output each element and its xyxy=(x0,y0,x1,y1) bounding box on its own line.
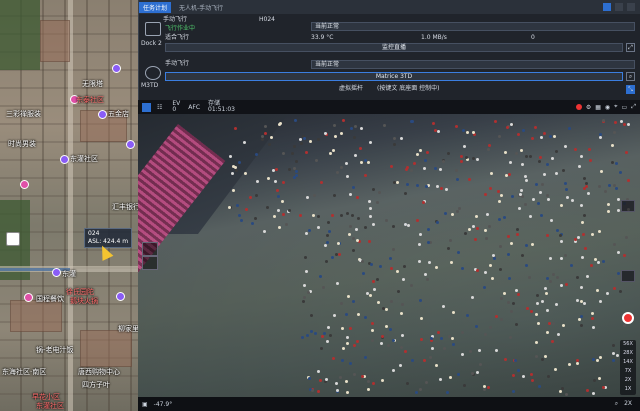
map-label: 五金店 xyxy=(108,110,129,118)
map-label: 唐西购物中心 xyxy=(78,368,120,376)
dock-mode-value: 适合飞行 xyxy=(165,34,190,41)
map-label: 汇丰银行 xyxy=(112,203,138,211)
map-poi-icon[interactable] xyxy=(112,64,121,73)
video-side-button[interactable] xyxy=(142,256,158,270)
zoom-level-bar[interactable]: 56X 28X 14X 7X 2X 1X xyxy=(620,340,636,395)
video-toolbar-right: ⚙ ▦ ◉ ⌖ ▭ ⤢ xyxy=(575,103,636,111)
dock-network-speed: 1.0 MB/s xyxy=(421,34,447,41)
dock-name: Dock 2 xyxy=(141,40,162,47)
zoom-level[interactable]: 56X xyxy=(620,340,636,349)
video-side-button[interactable] xyxy=(142,242,158,256)
ev-control[interactable]: EV 0 xyxy=(172,101,180,113)
grid-icon[interactable]: ▦ xyxy=(595,104,601,111)
map-camera-icon[interactable] xyxy=(6,232,20,246)
map-poi-icon[interactable] xyxy=(52,268,61,277)
video-status-bar: ▣ -47.9° ⌕ 2X xyxy=(138,397,640,411)
panel-topbar-label: 无人机-手动飞行 xyxy=(179,4,224,12)
zoom-level[interactable]: 7X xyxy=(620,367,636,376)
expand-icon[interactable]: ⤢ xyxy=(626,43,635,52)
photo-mode-icon[interactable] xyxy=(621,270,635,282)
map-greenery xyxy=(0,0,40,70)
live-video-feed[interactable] xyxy=(138,114,640,397)
drone-name: 024 xyxy=(88,230,100,237)
map-poi-icon[interactable] xyxy=(126,140,135,149)
virtual-joystick-hint: (按键文 底座面 控制中) xyxy=(377,85,440,92)
layout-icon[interactable]: ▭ xyxy=(622,104,628,111)
collapse-icon[interactable] xyxy=(621,200,635,212)
map-poi-icon[interactable] xyxy=(60,155,69,164)
map-building xyxy=(10,300,62,332)
map-label: 鹅块火锅 xyxy=(70,297,98,305)
map-label: 东灌 xyxy=(62,270,76,278)
drone-icon xyxy=(145,66,161,80)
dock-icon xyxy=(145,22,161,36)
map-view[interactable]: 无限塔 东泰社区 三彩禅服装 五金店 时尚男装 东灌社区 汇丰银行 东灌 国程餐… xyxy=(0,0,138,411)
camera-icon[interactable]: ◉ xyxy=(605,104,610,111)
panel-topbar: 任务计划 无人机-手动飞行 xyxy=(139,0,640,14)
map-building xyxy=(40,20,70,62)
map-label: 国程餐饮 xyxy=(36,295,64,303)
video-toolbar: ☷ EV 0 AFC 存储 01:51:03 ⚙ ▦ ◉ ⌖ ▭ ⤢ xyxy=(138,100,640,114)
window-controls xyxy=(603,3,635,11)
map-building xyxy=(80,330,132,367)
map-poi-icon[interactable] xyxy=(116,292,125,301)
video-bottom-right: ⌕ 2X xyxy=(615,400,632,408)
map-label: 时尚男装 xyxy=(8,140,36,148)
target-icon[interactable]: ⌖ xyxy=(614,103,617,111)
dock-status-bar: 当前正常 xyxy=(311,22,635,31)
zoom-level[interactable]: 1X xyxy=(620,385,636,394)
search-icon[interactable]: ⌕ xyxy=(626,72,635,81)
gimbal-pitch: -47.9° xyxy=(153,400,173,408)
afc-button[interactable]: AFC xyxy=(188,104,200,111)
map-label: 东海社区·南区 xyxy=(2,368,47,376)
map-label: 东灌社区 xyxy=(36,402,64,410)
settings-sliders-icon[interactable]: ☷ xyxy=(157,104,162,111)
close-icon[interactable] xyxy=(627,3,635,11)
map-poi-icon[interactable] xyxy=(20,180,29,189)
map-label: 东泰社区 xyxy=(76,96,104,104)
crowd-scene xyxy=(138,114,640,397)
aircraft-mode: 手动飞行 xyxy=(165,60,190,67)
map-poi-icon[interactable] xyxy=(24,293,33,302)
zoom-level[interactable]: 28X xyxy=(620,349,636,358)
map-label: 锅-老电汁饭 xyxy=(36,346,74,354)
dock-temperature: 33.9 °C xyxy=(311,34,334,41)
control-panel: 任务计划 无人机-手动飞行 Dock 2 手动飞行 H024 飞行作业中 当前正… xyxy=(138,0,640,100)
dock-mode: 手动飞行 xyxy=(163,16,188,23)
video-fullscreen-icon[interactable]: ⤢ xyxy=(631,103,636,111)
virtual-joystick-label[interactable]: 虚拟摇杆 xyxy=(339,85,363,93)
record-indicator-icon[interactable] xyxy=(575,104,582,110)
storage-time: 01:51:03 xyxy=(208,106,235,113)
dock-task-label: 飞行作业中 xyxy=(165,25,196,32)
info-icon[interactable] xyxy=(603,3,611,11)
current-zoom[interactable]: 2X xyxy=(624,400,632,408)
map-label: 无限塔 xyxy=(82,80,103,88)
aircraft-name: M3TD xyxy=(141,82,159,89)
map-label: 东灌社区 xyxy=(70,155,98,163)
camera-mode-icon[interactable] xyxy=(142,102,151,112)
minimize-icon[interactable] xyxy=(615,3,623,11)
gimbal-icon[interactable]: ▣ xyxy=(142,401,148,408)
map-poi-icon[interactable] xyxy=(98,110,107,119)
aircraft-status-bar: 当前正常 xyxy=(311,60,635,69)
fullscreen-icon[interactable]: ⤡ xyxy=(626,85,635,94)
gear-icon[interactable]: ⚙ xyxy=(586,104,591,111)
map-label: 徐氏园陀 xyxy=(66,288,94,296)
magnifier-icon[interactable]: ⌕ xyxy=(615,400,618,408)
map-label: 早花小区 xyxy=(32,393,60,401)
dock-count: 0 xyxy=(531,34,535,41)
dock-aircraft-id: H024 xyxy=(259,16,275,23)
map-label: 柳家里 xyxy=(118,325,138,333)
ev-value: 0 xyxy=(172,106,177,113)
zoom-level[interactable]: 2X xyxy=(620,376,636,385)
map-label: 四方子叶 xyxy=(82,381,110,389)
tab-mission-plan[interactable]: 任务计划 xyxy=(139,1,172,13)
shutter-button[interactable] xyxy=(622,312,634,324)
live-stream-button[interactable]: 监控直播 xyxy=(165,43,623,52)
aircraft-model-selector[interactable]: Matrice 3TD xyxy=(165,72,623,81)
map-label: 三彩禅服装 xyxy=(6,110,41,118)
storage-info: 存储 01:51:03 xyxy=(208,101,235,113)
zoom-level[interactable]: 14X xyxy=(620,358,636,367)
